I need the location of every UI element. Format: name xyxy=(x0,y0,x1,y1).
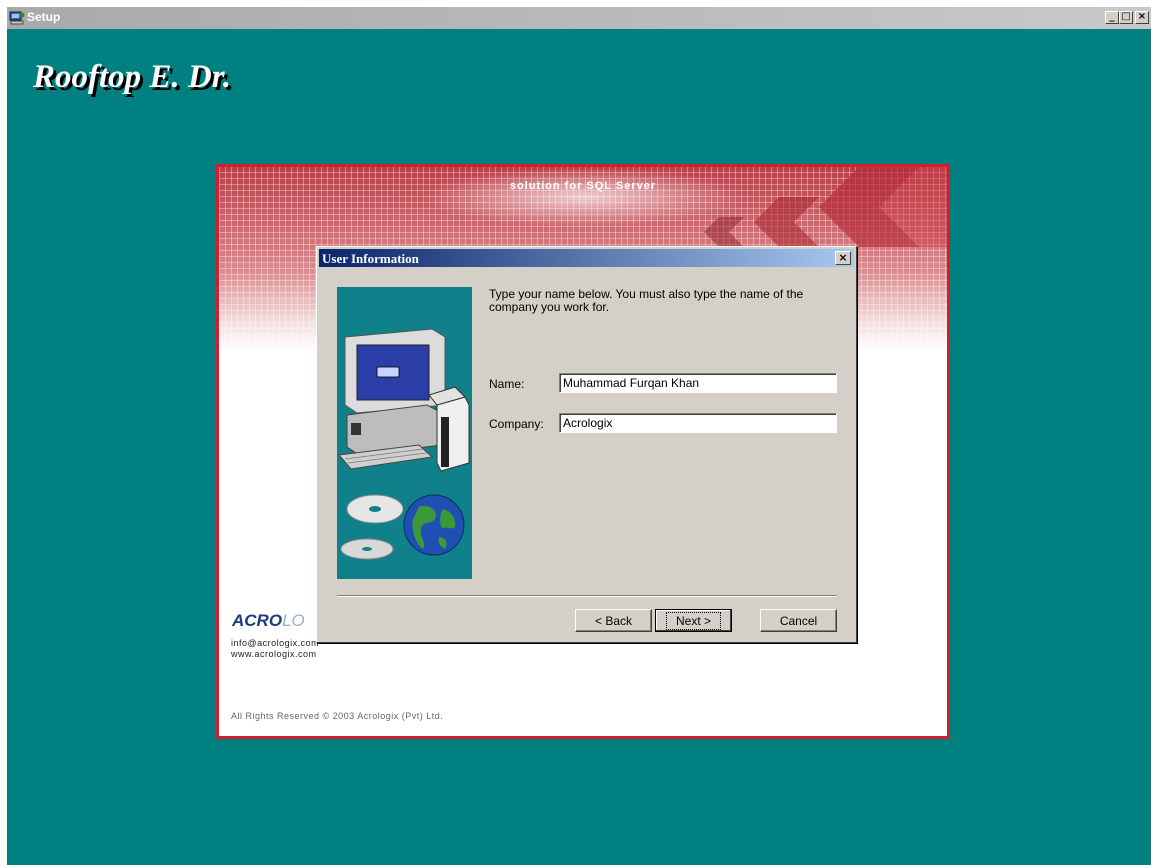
globe-illustration xyxy=(403,494,465,556)
app-title: Rooftop E. Dr. xyxy=(33,59,232,95)
company-label: Company: xyxy=(489,417,544,431)
dialog-titlebar[interactable]: User Information × xyxy=(319,249,854,267)
maximize-button[interactable]: □ xyxy=(1119,11,1133,24)
next-button-label: Next > xyxy=(665,611,722,630)
button-divider xyxy=(337,595,837,597)
cancel-button[interactable]: Cancel xyxy=(760,609,837,632)
company-input[interactable] xyxy=(559,413,837,433)
user-information-dialog: User Information × Type your name below.… xyxy=(316,246,857,643)
setup-app-icon xyxy=(9,11,25,25)
instructions-text: Type your name below. You must also type… xyxy=(489,287,804,314)
acrologix-logo: ACROLO xyxy=(232,611,305,631)
logo-light-text: LO xyxy=(282,611,305,630)
splash-tagline: solution for SQL Server xyxy=(509,180,657,192)
name-input[interactable] xyxy=(559,373,837,393)
window-title: Setup xyxy=(27,10,61,24)
contact-info: info@acrologix.com www.acrologix.com xyxy=(231,638,319,660)
name-label: Name: xyxy=(489,377,525,391)
dialog-title: User Information xyxy=(322,251,419,266)
logo-bold-text: ACRO xyxy=(232,611,283,630)
setup-window: Setup _ □ × Rooftop E. Dr. solution for … xyxy=(7,7,1151,865)
close-button[interactable]: × xyxy=(1135,11,1149,24)
copyright-text: All Rights Reserved © 2003 Acrologix (Pv… xyxy=(231,711,444,721)
dialog-close-button[interactable]: × xyxy=(835,251,851,265)
contact-email: info@acrologix.com xyxy=(231,638,320,648)
minimize-button[interactable]: _ xyxy=(1105,11,1119,24)
back-button[interactable]: < Back xyxy=(575,609,652,632)
next-button[interactable]: Next > xyxy=(655,609,732,632)
outer-titlebar[interactable]: Setup _ □ × xyxy=(7,7,1151,29)
setup-side-image xyxy=(337,287,472,579)
contact-website: www.acrologix.com xyxy=(231,649,317,659)
